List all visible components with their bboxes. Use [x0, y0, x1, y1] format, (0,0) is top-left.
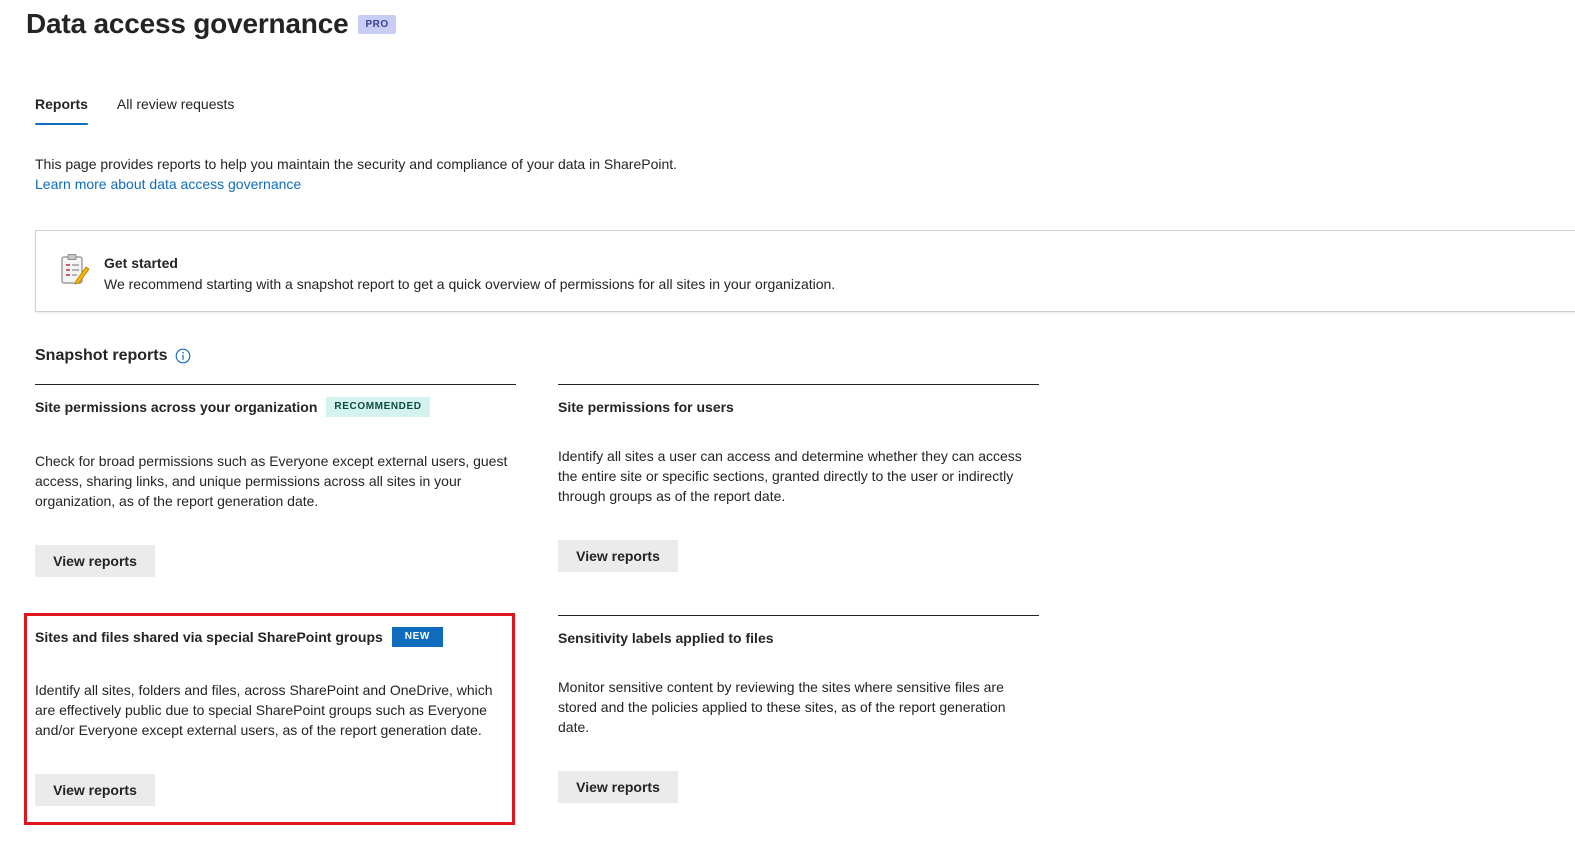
card-divider	[558, 384, 1039, 385]
view-reports-button[interactable]: View reports	[558, 540, 678, 572]
get-started-title: Get started	[104, 255, 178, 271]
tab-reports[interactable]: Reports	[35, 96, 88, 125]
checklist-icon	[61, 254, 90, 285]
card-title: Sensitivity labels applied to files	[558, 630, 774, 646]
view-reports-button[interactable]: View reports	[35, 774, 155, 806]
card-title-row: Site permissions across your organizatio…	[35, 397, 516, 417]
card-title-row: Sensitivity labels applied to files	[558, 628, 1039, 648]
card-sensitivity-labels: Sensitivity labels applied to files Moni…	[558, 615, 1039, 803]
tab-list: Reports All review requests	[35, 96, 263, 125]
section-title: Snapshot reports	[35, 347, 168, 364]
card-title-row: Sites and files shared via special Share…	[35, 627, 516, 647]
recommended-badge: RECOMMENDED	[326, 397, 430, 417]
card-description: Identify all sites, folders and files, a…	[35, 682, 493, 738]
intro: This page provides reports to help you m…	[35, 154, 677, 194]
view-reports-button[interactable]: View reports	[35, 545, 155, 577]
get-started-card: Get started We recommend starting with a…	[35, 230, 1575, 312]
card-divider	[558, 615, 1039, 616]
pro-badge: PRO	[358, 14, 396, 34]
card-description: Monitor sensitive content by reviewing t…	[558, 679, 1006, 735]
intro-text: This page provides reports to help you m…	[35, 156, 678, 172]
new-badge: NEW	[391, 627, 443, 647]
info-icon[interactable]	[175, 348, 191, 364]
card-site-permissions-org: Site permissions across your organizatio…	[35, 384, 516, 577]
title-row: Data access governance PRO	[26, 8, 396, 40]
card-divider	[35, 384, 516, 385]
card-site-permissions-users: Site permissions for users Identify all …	[558, 384, 1039, 572]
card-title-row: Site permissions for users	[558, 397, 1039, 417]
page: Data access governance PRO Reports All r…	[0, 0, 1575, 841]
card-description: Check for broad permissions such as Ever…	[35, 453, 508, 509]
page-title: Data access governance	[26, 8, 349, 39]
card-description: Identify all sites a user can access and…	[558, 448, 1022, 504]
get-started-description: We recommend starting with a snapshot re…	[104, 276, 836, 292]
snapshot-reports-heading: Snapshot reports	[35, 347, 191, 365]
card-title: Sites and files shared via special Share…	[35, 629, 383, 645]
learn-more-link[interactable]: Learn more about data access governance	[35, 174, 677, 194]
card-title: Site permissions across your organizatio…	[35, 399, 318, 415]
card-title: Site permissions for users	[558, 399, 734, 415]
get-started-text: Get started We recommend starting with a…	[104, 253, 835, 295]
view-reports-button[interactable]: View reports	[558, 771, 678, 803]
card-special-groups: Sites and files shared via special Share…	[35, 624, 516, 806]
tab-all-review-requests[interactable]: All review requests	[117, 96, 235, 125]
